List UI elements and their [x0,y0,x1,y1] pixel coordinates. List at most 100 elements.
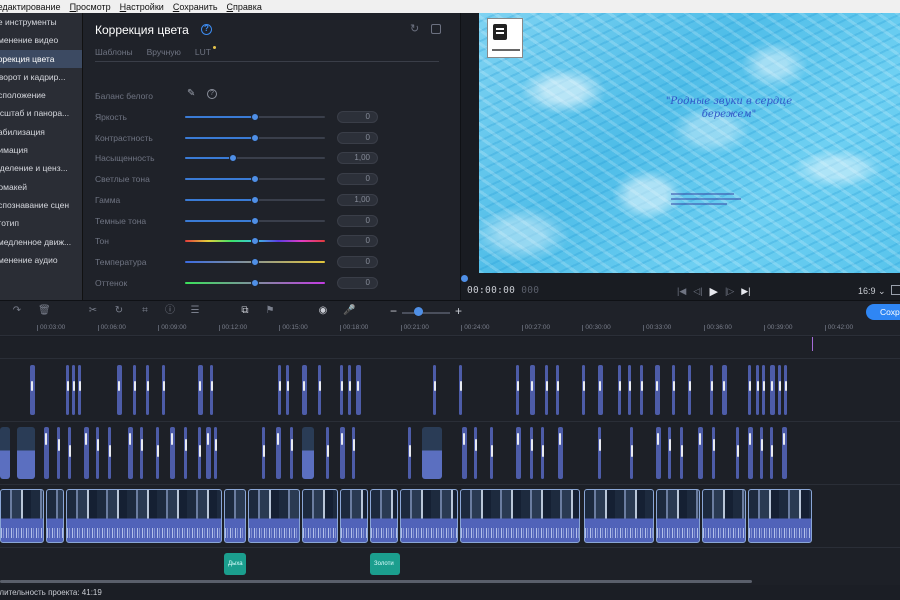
overlay-clip[interactable] [422,427,442,479]
audio-clip[interactable]: Дыха [224,553,246,575]
slider-handle[interactable] [251,195,259,204]
reset-icon[interactable]: ↻ [410,24,421,35]
aspect-ratio-select[interactable]: 16:9 ⌄ [858,286,886,297]
adjustment-slider[interactable] [185,195,325,204]
slider-handle[interactable] [251,175,259,184]
sidebar-item[interactable]: Изменение видео [0,31,82,49]
adjustment-slider[interactable] [185,154,325,163]
white-balance-help-icon[interactable]: ? [207,89,217,99]
video-clip[interactable] [656,489,700,543]
sidebar-item[interactable]: Все инструменты [0,13,82,31]
video-clip[interactable] [0,489,44,543]
timeline-tracks[interactable]: Дыха Золоти [0,337,900,585]
slider-handle[interactable] [251,133,259,142]
slider-handle[interactable] [251,278,259,287]
overlay-clip[interactable] [17,427,35,479]
video-clip[interactable] [400,489,458,543]
adjustment-slider[interactable] [185,257,325,266]
adjustment-slider[interactable] [185,175,325,184]
cut-icon[interactable]: ✂ [88,306,98,316]
timeline-scrollbar[interactable] [0,580,752,583]
help-icon[interactable]: ? [201,24,212,35]
sidebar-item[interactable]: Изменение аудио [0,251,82,269]
sidebar-item[interactable]: Поворот и кадрир... [0,68,82,86]
video-clip[interactable] [340,489,368,543]
video-clip[interactable] [460,489,580,543]
slider-value-field[interactable]: 0 [337,173,378,186]
overlay-clip[interactable] [0,427,10,479]
fullscreen-icon[interactable] [891,285,900,295]
preview-scrubber-handle[interactable] [461,275,468,282]
slider-value-field[interactable]: 0 [337,131,378,144]
video-clip[interactable] [248,489,300,543]
skip-end-icon[interactable]: ▶| [741,286,750,297]
video-clip[interactable] [46,489,64,543]
overlay-clip[interactable] [760,427,763,479]
slider-value-field[interactable]: 0 [337,111,378,123]
overlay-clip[interactable] [96,427,99,479]
slider-value-field[interactable]: 1,00 [337,152,378,165]
info-icon[interactable]: ⓘ [165,306,175,316]
overlay-clip[interactable] [474,427,477,479]
delete-icon[interactable]: 🗑 [38,306,51,316]
overlay-clip[interactable] [302,427,314,479]
webcam-icon[interactable]: ◉ [318,306,328,316]
slider-value-field[interactable]: 0 [337,214,378,227]
slider-handle[interactable] [251,216,259,225]
overlay-clip[interactable] [712,427,715,479]
overlay-icon[interactable]: ⧉ [240,306,250,316]
slider-value-field[interactable]: 0 [337,255,378,268]
slider-value-field[interactable]: 1,00 [337,193,378,206]
audio-clip[interactable]: Золоти [370,553,400,575]
video-clip[interactable] [370,489,398,543]
sidebar-item[interactable]: Логотип [0,214,82,232]
menu-settings[interactable]: Настройки [120,2,164,12]
video-clip[interactable] [302,489,338,543]
overlay-clip[interactable] [598,427,601,479]
tab-manual[interactable]: Вручную [147,47,181,57]
tab-presets[interactable]: Шаблоны [95,47,133,57]
timeline-ruler[interactable]: 00:03:00 00:06:00 00:09:00 00:12:00 00:15:00… [0,322,900,336]
sidebar-item[interactable]: Коррекция цвета [0,49,82,68]
slider-value-field[interactable]: 0 [337,276,378,289]
rotate-icon[interactable]: ↻ [114,306,124,316]
sidebar-item[interactable]: Расположение [0,86,82,104]
zoom-in-icon[interactable]: + [455,304,462,318]
play-icon[interactable]: ▶ [710,285,718,298]
overlay-clip[interactable] [57,427,60,479]
menu-save[interactable]: Сохранить [173,2,218,12]
video-preview[interactable]: "Родные звуки в сердце бережем" [479,13,900,273]
sidebar-item[interactable]: Масштаб и панора... [0,104,82,122]
overlay-clip[interactable] [290,427,293,479]
zoom-slider-handle[interactable] [414,307,423,316]
adjustment-slider[interactable] [185,237,325,246]
adjustment-slider[interactable] [185,133,325,142]
video-clip[interactable] [224,489,246,543]
eyedropper-icon[interactable]: ✎ [187,89,197,99]
video-clip[interactable] [702,489,746,543]
menu-help[interactable]: Справка [227,2,262,12]
slider-handle[interactable] [251,113,259,121]
adjustment-slider[interactable] [185,113,325,121]
crop-icon[interactable]: ⌗ [140,306,150,316]
marker-flag-icon[interactable]: ⚑ [265,306,275,316]
adjustment-slider[interactable] [185,216,325,225]
sidebar-item[interactable]: Анимация [0,141,82,159]
sidebar-item[interactable]: Замедленное движ... [0,233,82,251]
zoom-slider[interactable] [402,312,450,314]
slider-handle[interactable] [228,154,237,163]
overlay-clip[interactable] [140,427,143,479]
video-clip[interactable] [748,489,812,543]
sidebar-item[interactable]: Выделение и ценз... [0,159,82,177]
step-forward-icon[interactable]: |▷ [725,286,734,297]
export-button[interactable]: Сохр [866,304,900,320]
sidebar-item[interactable]: Хромакей [0,178,82,196]
skip-start-icon[interactable]: |◀ [677,286,686,297]
tab-lut[interactable]: LUT [195,46,216,57]
timeline-playhead[interactable] [812,337,813,351]
overlay-clip[interactable] [352,427,355,479]
sidebar-item[interactable]: Распознавание сцен [0,196,82,214]
overlay-clip[interactable] [668,427,671,479]
zoom-out-icon[interactable]: − [390,304,397,318]
microphone-icon[interactable]: 🎤 [343,306,355,316]
